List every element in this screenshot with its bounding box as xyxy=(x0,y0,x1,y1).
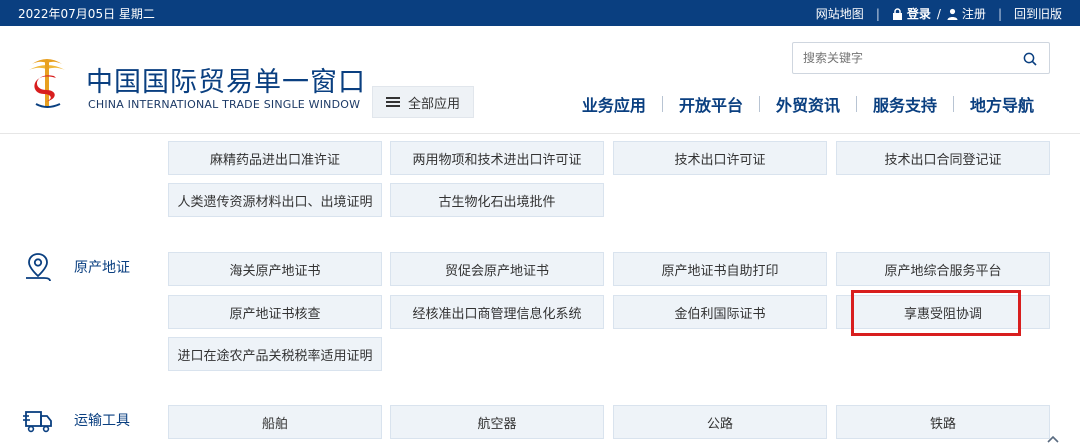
app-button[interactable]: 古生物化石出境批件 xyxy=(390,183,604,217)
app-button[interactable]: 海关原产地证书 xyxy=(168,252,382,286)
app-list: 麻精药品进出口准许证 两用物项和技术进出口许可证 技术出口许可证 技术出口合同登… xyxy=(0,134,1080,446)
user-icon xyxy=(947,8,958,20)
slash: / xyxy=(936,6,941,21)
app-button[interactable]: 原产地综合服务平台 xyxy=(836,252,1050,286)
search-icon[interactable] xyxy=(1023,51,1037,66)
app-button[interactable]: 进口在途农产品关税税率适用证明 xyxy=(168,337,382,371)
app-button[interactable]: 金伯利国际证书 xyxy=(613,295,827,329)
app-button[interactable]: 两用物项和技术进出口许可证 xyxy=(390,141,604,175)
category-transport: 运输工具 xyxy=(22,404,130,436)
app-button[interactable]: 经核准出口商管理信息化系统 xyxy=(390,295,604,329)
divider: | xyxy=(997,6,1002,21)
truck-icon xyxy=(22,404,54,436)
top-bar: 2022年07月05日 星期二 网站地图 | 登录 / 注册 | 回到旧版 xyxy=(0,0,1080,26)
all-apps-label: 全部应用 xyxy=(407,96,460,112)
current-date: 2022年07月05日 星期二 xyxy=(18,7,155,21)
nav-local-navigation[interactable]: 地方导航 xyxy=(970,92,1034,116)
nav-business-apps[interactable]: 业务应用 xyxy=(582,92,646,116)
logo-emblem[interactable] xyxy=(24,54,70,114)
old-version-link[interactable]: 回到旧版 xyxy=(1014,5,1062,22)
app-button[interactable]: 铁路 xyxy=(836,405,1050,439)
site-header: 中国国际贸易单一窗口 CHINA INTERNATIONAL TRADE SIN… xyxy=(0,26,1080,134)
app-button[interactable]: 人类遗传资源材料出口、出境证明 xyxy=(168,183,382,217)
nav-divider xyxy=(855,96,857,112)
location-pin-icon xyxy=(22,251,54,283)
category-origin: 原产地证 xyxy=(22,251,130,283)
lock-icon xyxy=(892,7,903,20)
login-link[interactable]: 登录 xyxy=(907,5,931,22)
app-button[interactable]: 船舶 xyxy=(168,405,382,439)
nav-divider xyxy=(661,96,663,112)
app-button[interactable]: 航空器 xyxy=(390,405,604,439)
site-title[interactable]: 中国国际贸易单一窗口 xyxy=(86,60,366,99)
category-transport-label: 运输工具 xyxy=(74,413,130,429)
nav-service-support[interactable]: 服务支持 xyxy=(873,92,937,116)
app-button[interactable]: 贸促会原产地证书 xyxy=(390,252,604,286)
top-links: 网站地图 | 登录 / 注册 | 回到旧版 xyxy=(816,5,1062,22)
nav-open-platform[interactable]: 开放平台 xyxy=(679,92,743,116)
menu-icon xyxy=(385,95,400,109)
divider: | xyxy=(875,6,880,21)
app-button[interactable]: 技术出口许可证 xyxy=(613,141,827,175)
register-link[interactable]: 注册 xyxy=(962,5,986,22)
search-input[interactable] xyxy=(803,43,1003,73)
nav-divider xyxy=(952,96,954,112)
app-button[interactable]: 原产地证书核查 xyxy=(168,295,382,329)
app-button[interactable]: 麻精药品进出口准许证 xyxy=(168,141,382,175)
app-button[interactable]: 技术出口合同登记证 xyxy=(836,141,1050,175)
all-apps-button[interactable]: 全部应用 xyxy=(372,86,474,118)
app-button[interactable]: 享惠受阻协调 xyxy=(836,295,1050,329)
site-subtitle: CHINA INTERNATIONAL TRADE SINGLE WINDOW xyxy=(88,98,361,111)
app-button[interactable]: 公路 xyxy=(613,405,827,439)
chevron-up-icon[interactable] xyxy=(1040,432,1066,446)
nav-trade-news[interactable]: 外贸资讯 xyxy=(776,92,840,116)
app-button[interactable]: 原产地证书自助打印 xyxy=(613,252,827,286)
main-nav: 业务应用 开放平台 外贸资讯 服务支持 地方导航 xyxy=(582,92,1034,116)
nav-divider xyxy=(758,96,760,112)
search-box xyxy=(792,42,1050,74)
sitemap-link[interactable]: 网站地图 xyxy=(816,5,864,22)
category-origin-label: 原产地证 xyxy=(74,260,130,276)
